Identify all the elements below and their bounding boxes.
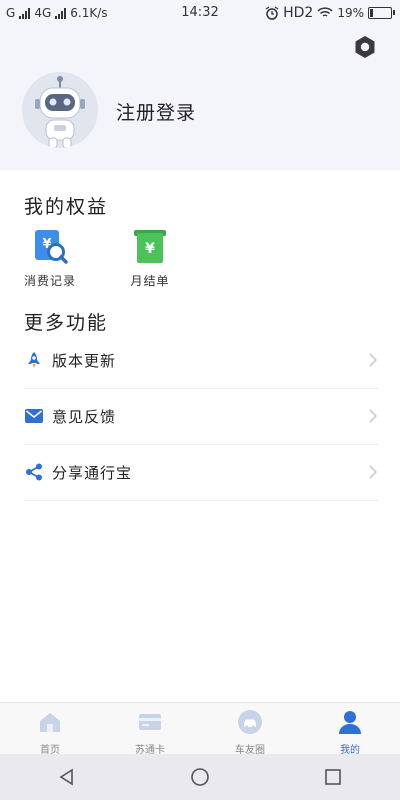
rocket-icon xyxy=(24,350,44,370)
version-update-label: 版本更新 xyxy=(52,351,117,370)
avatar[interactable] xyxy=(22,72,98,148)
robot-avatar-icon xyxy=(35,76,85,148)
feedback-label: 意见反馈 xyxy=(52,407,117,426)
share-icon xyxy=(24,462,44,482)
card-icon xyxy=(139,714,161,730)
chevron-right-icon xyxy=(369,353,378,367)
monthly-statement-label: 月结单 xyxy=(130,274,170,288)
recents-square-icon xyxy=(325,769,342,785)
consumption-record-label: 消费记录 xyxy=(23,274,76,288)
alarm-icon xyxy=(265,6,279,20)
tab-home[interactable]: 首页 xyxy=(0,703,100,756)
tab-card[interactable]: 苏通卡 xyxy=(100,703,200,756)
monthly-statement-button[interactable]: ¥ 月结单 xyxy=(115,226,185,289)
register-login-link[interactable]: 注册登录 xyxy=(116,98,196,125)
yuan-bill-icon: ¥ xyxy=(130,226,170,266)
chevron-right-icon xyxy=(369,409,378,423)
battery-icon xyxy=(368,7,395,19)
recents-button[interactable] xyxy=(313,762,353,792)
status-bar: G 4G 6.1K/s 14:32 HD2 19% xyxy=(0,0,400,28)
hd-label: HD2 xyxy=(283,5,314,21)
version-update-item[interactable]: 版本更新 xyxy=(24,332,378,389)
bottom-tab-bar: 首页 苏通卡 车友圈 我的 xyxy=(0,702,400,756)
home-button[interactable] xyxy=(180,762,220,792)
svg-text:¥: ¥ xyxy=(145,241,155,257)
feedback-item[interactable]: 意见反馈 xyxy=(24,388,378,445)
status-right: HD2 19% xyxy=(265,5,395,21)
more-functions-title: 更多功能 xyxy=(24,312,109,334)
system-navigation-bar xyxy=(0,754,400,800)
share-label: 分享通行宝 xyxy=(52,463,133,482)
profile-header: 注册登录 xyxy=(0,28,400,170)
chevron-right-icon xyxy=(369,465,378,479)
back-triangle-icon xyxy=(59,768,73,786)
receipt-search-icon: ¥ xyxy=(30,226,70,266)
back-button[interactable] xyxy=(47,762,87,792)
user-icon xyxy=(339,711,361,734)
tab-community[interactable]: 车友圈 xyxy=(200,703,300,756)
car-icon xyxy=(238,710,262,734)
tab-mine[interactable]: 我的 xyxy=(300,703,400,756)
benefits-title: 我的权益 xyxy=(24,196,109,218)
home-icon xyxy=(40,713,60,732)
share-item[interactable]: 分享通行宝 xyxy=(24,444,378,501)
wifi-icon xyxy=(317,7,333,17)
home-circle-icon xyxy=(191,768,209,786)
mail-icon xyxy=(24,406,44,426)
battery-percent: 19% xyxy=(337,6,364,20)
gear-icon[interactable] xyxy=(352,34,378,60)
consumption-record-button[interactable]: ¥ 消费记录 xyxy=(15,226,85,289)
